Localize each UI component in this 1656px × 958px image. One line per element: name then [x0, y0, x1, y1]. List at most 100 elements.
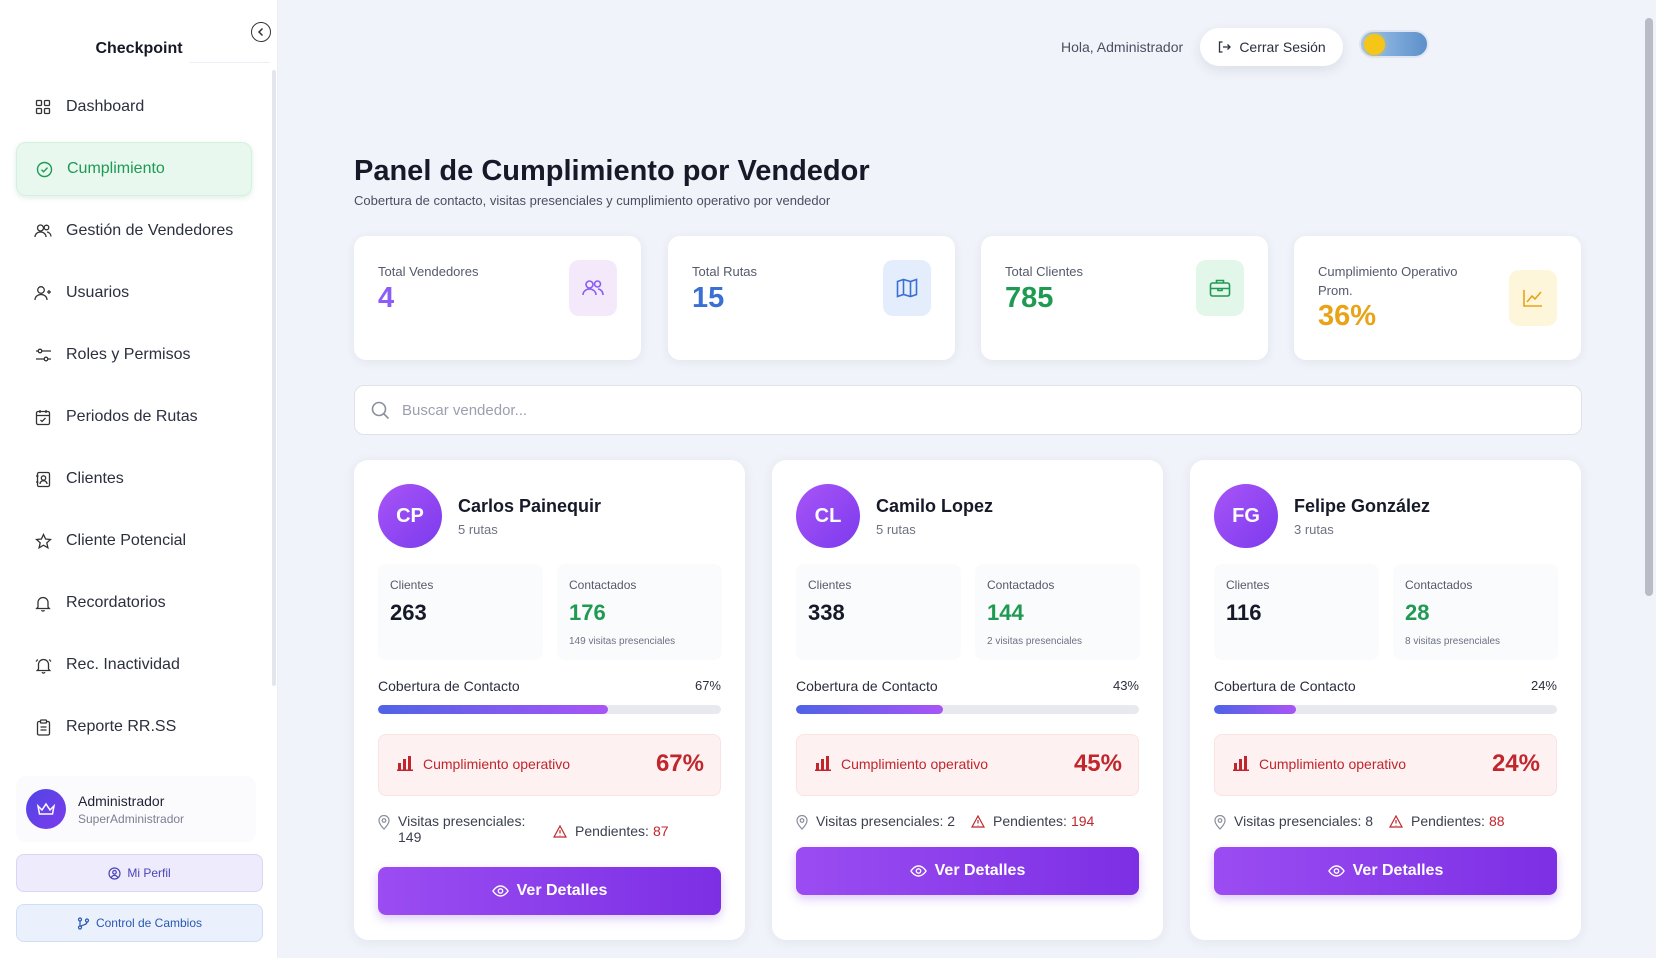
stat-value: 785 [1005, 282, 1054, 314]
in-person-visits: Visitas presenciales: 8 [1214, 813, 1373, 830]
stat-label: Total Vendedores [378, 264, 479, 279]
sidebar-item-label: Clientes [66, 470, 124, 487]
contacted-box: Contactados 144 2 visitas presenciales [975, 564, 1140, 660]
contacted-value: 176 [569, 600, 606, 625]
vendor-name: Carlos Painequir [458, 496, 602, 516]
git-branch-icon [77, 916, 90, 930]
coverage-progress-fill [378, 705, 608, 714]
sidebar-item-gestion-vendedores[interactable]: Gestión de Vendedores [16, 204, 252, 258]
sidebar-item-label: Cliente Potencial [66, 532, 187, 549]
sidebar-item-label: Reporte RR.SS [66, 718, 177, 735]
operational-compliance-percent: 67% [655, 750, 704, 777]
clients-value: 263 [390, 600, 427, 625]
page-subtitle: Cobertura de contacto, visitas presencia… [354, 193, 831, 208]
visits-value: 149 [398, 829, 422, 845]
sidebar-item-cliente-potencial[interactable]: Cliente Potencial [16, 514, 252, 568]
sidebar-item-recordatorios[interactable]: Recordatorios [16, 576, 252, 630]
operational-compliance-label: Cumplimiento operativo [1259, 756, 1407, 772]
contacted-visits: 149 visitas presenciales [569, 636, 676, 647]
sidebar-item-roles-permisos[interactable]: Roles y Permisos [16, 328, 252, 382]
my-profile-button[interactable]: Mi Perfil [16, 854, 263, 892]
map-pin-icon [1214, 815, 1226, 830]
page-scrollbar-thumb[interactable] [1645, 18, 1653, 596]
visits-label: Visitas presenciales: [816, 813, 944, 829]
sidebar-item-clientes[interactable]: Clientes [16, 452, 252, 506]
pending-count: Pendientes: 87 [553, 823, 669, 839]
view-details-label: Ver Detalles [1352, 862, 1444, 879]
contacted-label: Contactados [987, 578, 1055, 592]
calendar-icon [34, 408, 52, 426]
vendor-avatar: CP [378, 484, 442, 548]
clients-label: Clientes [390, 578, 434, 592]
user-circle-icon [108, 866, 121, 880]
bell-icon [34, 594, 52, 612]
warning-icon [553, 824, 567, 838]
map-pin-icon [796, 815, 808, 830]
operational-compliance-percent: 45% [1073, 750, 1122, 777]
pending-value: 88 [1488, 813, 1505, 829]
coverage-progress-fill [796, 705, 944, 714]
stat-label: Cumplimiento Operativo Prom. [1318, 264, 1458, 298]
stat-value: 15 [692, 282, 725, 314]
user-profile-card: Administrador SuperAdministrador [16, 776, 256, 842]
page-title: Panel de Cumplimiento por Vendedor [354, 155, 870, 187]
coverage-label: Cobertura de Contacto [378, 678, 520, 694]
users-icon [34, 222, 52, 240]
coverage-progress-bar [1214, 705, 1557, 714]
sidebar-item-label: Periodos de Rutas [66, 408, 198, 425]
briefcase-icon [1196, 260, 1244, 316]
view-details-button[interactable]: Ver Detalles [796, 847, 1139, 895]
sidebar-item-periodos-rutas[interactable]: Periodos de Rutas [16, 390, 252, 444]
coverage-progress-fill [1214, 705, 1297, 714]
visits-value: 2 [947, 813, 956, 829]
warning-icon [971, 814, 985, 828]
sidebar-item-dashboard[interactable]: Dashboard [16, 80, 252, 134]
pending-label: Pendientes: [575, 823, 649, 839]
sun-icon [1364, 34, 1385, 55]
operational-compliance-box: Cumplimiento operativo 45% [796, 734, 1139, 796]
clients-box: Clientes 263 [378, 564, 543, 660]
contacted-value: 144 [987, 600, 1024, 625]
map-pin-icon [378, 815, 390, 830]
theme-toggle[interactable] [1359, 30, 1429, 58]
avatar [26, 789, 66, 829]
pending-value: 87 [652, 823, 669, 839]
collapse-sidebar-button[interactable] [251, 22, 271, 42]
stat-card-total-vendedores: Total Vendedores 4 [354, 236, 641, 360]
pending-count: Pendientes: 88 [1389, 813, 1505, 829]
clients-box: Clientes 116 [1214, 564, 1379, 660]
user-role: SuperAdministrador [78, 811, 185, 826]
coverage-label: Cobertura de Contacto [796, 678, 938, 694]
view-details-button[interactable]: Ver Detalles [378, 867, 721, 915]
sidebar-item-label: Cumplimiento [67, 160, 165, 177]
pending-label: Pendientes: [993, 813, 1067, 829]
change-control-button[interactable]: Control de Cambios [16, 904, 263, 942]
bell-alert-icon [34, 656, 52, 674]
map-icon [883, 260, 931, 316]
view-details-label: Ver Detalles [516, 882, 608, 899]
sidebar-item-reporte-rrss[interactable]: Reporte RR.SS [16, 700, 252, 754]
contact-icon [34, 470, 52, 488]
operational-compliance-label: Cumplimiento operativo [841, 756, 989, 772]
coverage-percent: 67% [694, 678, 721, 693]
bar-chart-icon [815, 756, 831, 771]
sidebar-item-rec-inactividad[interactable]: Rec. Inactividad [16, 638, 252, 692]
search-input[interactable] [402, 401, 1402, 419]
sidebar-item-usuarios[interactable]: Usuarios [16, 266, 252, 320]
eye-icon [909, 865, 927, 877]
view-details-button[interactable]: Ver Detalles [1214, 847, 1557, 895]
contacted-visits: 2 visitas presenciales [987, 636, 1083, 647]
coverage-percent: 24% [1530, 678, 1557, 693]
view-details-label: Ver Detalles [934, 862, 1026, 879]
vendor-routes: 3 rutas [1294, 522, 1334, 537]
my-profile-label: Mi Perfil [127, 866, 171, 880]
in-person-visits: Visitas presenciales: 2 [796, 813, 955, 830]
clients-label: Clientes [808, 578, 852, 592]
sidebar-item-cumplimiento[interactable]: Cumplimiento [16, 142, 252, 196]
change-control-label: Control de Cambios [95, 916, 203, 930]
chart-line-icon [1509, 270, 1557, 326]
users-icon [569, 260, 617, 316]
search-bar[interactable] [354, 385, 1582, 435]
logout-button[interactable]: Cerrar Sesión [1200, 28, 1343, 66]
sidebar-scrollbar[interactable] [272, 70, 276, 686]
